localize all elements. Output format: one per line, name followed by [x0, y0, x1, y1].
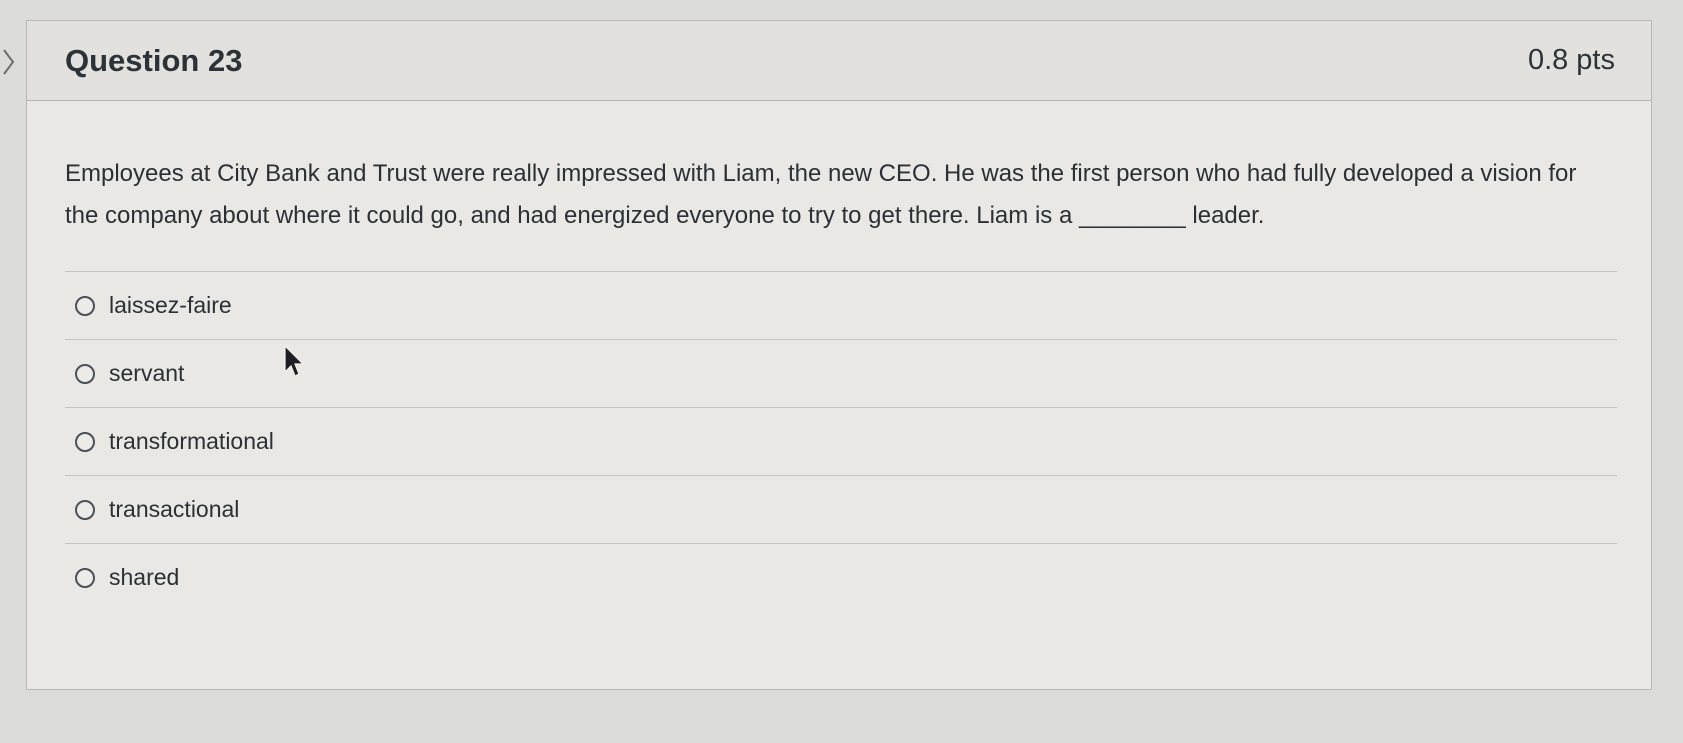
radio-unchecked-icon[interactable] [75, 567, 95, 588]
question-text: Employees at City Bank and Trust were re… [65, 160, 1577, 229]
answer-label: laissez-faire [109, 292, 232, 318]
answer-list: laissez-faire servant transformational t… [65, 271, 1617, 611]
radio-unchecked-icon[interactable] [75, 499, 95, 520]
question-points: 0.8 pts [1527, 44, 1615, 76]
radio-unchecked-icon[interactable] [75, 363, 95, 384]
question-title: Question 23 [65, 42, 243, 78]
question-header: Question 23 0.8 pts [27, 21, 1651, 101]
answer-option-shared[interactable]: shared [65, 543, 1617, 611]
answer-label: transactional [109, 496, 240, 522]
radio-unchecked-icon[interactable] [75, 431, 95, 452]
answer-label: shared [109, 564, 180, 590]
answer-option-transformational[interactable]: transformational [65, 407, 1617, 475]
question-card: Question 23 0.8 pts Employees at City Ba… [26, 20, 1652, 690]
radio-unchecked-icon[interactable] [75, 295, 95, 316]
answer-label: transformational [109, 428, 274, 454]
answer-option-transactional[interactable]: transactional [65, 475, 1617, 543]
answer-option-laissez-faire[interactable]: laissez-faire [65, 271, 1617, 339]
answer-label: servant [109, 360, 185, 386]
chevron-right-icon[interactable] [0, 44, 18, 80]
mouse-cursor-icon [284, 344, 308, 379]
question-body: Employees at City Bank and Trust were re… [27, 101, 1651, 611]
